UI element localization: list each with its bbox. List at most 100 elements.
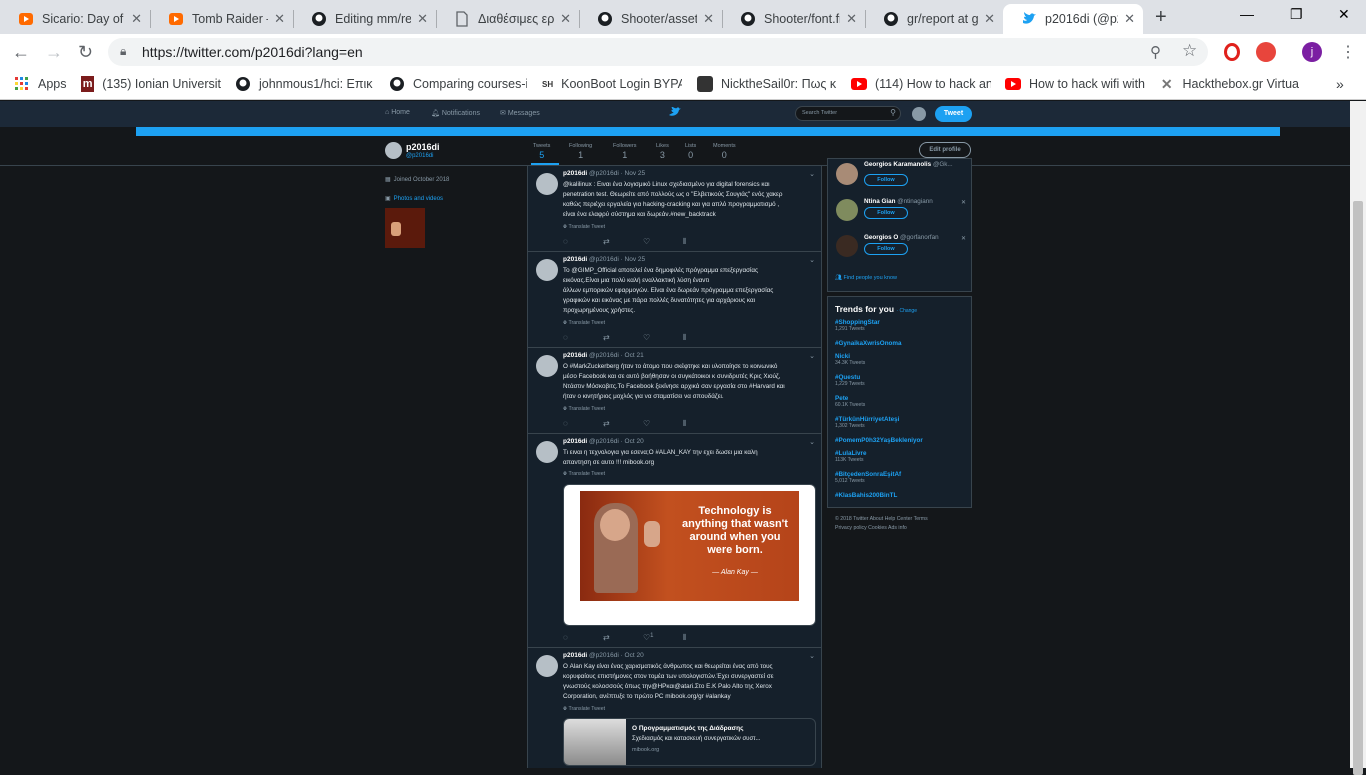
tweet-author[interactable]: p2016di — [563, 652, 587, 659]
tweet[interactable]: p2016di @p2016di · Oct 20 ⌄ Ο Alan Kay ε… — [528, 648, 821, 768]
profile-name[interactable]: p2016di — [406, 142, 440, 152]
suggestion-name[interactable]: Georgios O — [864, 234, 898, 241]
tweet-handle[interactable]: @p2016di — [589, 256, 619, 263]
tweet[interactable]: p2016di @p2016di · Oct 20 ⌄ Τι ειναι η τ… — [528, 434, 821, 648]
close-icon[interactable]: ✕ — [846, 11, 857, 27]
tab-5[interactable]: Shooter/assets ✕ — [579, 4, 722, 34]
tweet-handle[interactable]: @p2016di — [589, 352, 619, 359]
bookmarks-overflow[interactable]: » — [1336, 76, 1344, 92]
avatar[interactable] — [536, 355, 558, 377]
avatar[interactable] — [836, 199, 858, 221]
tweet-date[interactable]: Oct 20 — [625, 438, 644, 445]
close-icon[interactable]: ✕ — [417, 11, 428, 27]
window-close-icon[interactable]: ✕ — [1338, 6, 1350, 23]
close-icon[interactable]: ✕ — [274, 11, 285, 27]
forward-icon[interactable]: → — [45, 42, 63, 63]
trend-item[interactable]: Nicki 34.3K Tweets — [835, 353, 865, 366]
trends-change-link[interactable]: · Change — [896, 308, 917, 314]
tweet-author[interactable]: p2016di — [563, 438, 587, 445]
opera-extension-icon[interactable] — [1224, 43, 1240, 61]
analytics-icon[interactable]: ⫴ — [683, 633, 686, 643]
dismiss-icon[interactable]: ✕ — [961, 235, 966, 242]
like-icon[interactable]: ♡ 1 — [643, 633, 654, 642]
tweet-image-card[interactable]: Technology is anything that wasn't aroun… — [563, 484, 816, 626]
tweet-date[interactable]: Oct 20 — [625, 652, 644, 659]
suggestion-name[interactable]: Ntina Gian — [864, 198, 896, 205]
scrollbar[interactable] — [1350, 101, 1366, 775]
translate-tweet[interactable]: 🌐︎ Translate Tweet — [563, 320, 605, 327]
reply-icon[interactable]: ◌ — [563, 333, 568, 342]
like-icon[interactable]: ♡ — [643, 333, 650, 342]
bookmark-hci[interactable]: johnmous1/hci: Επικ — [235, 76, 375, 92]
like-icon[interactable]: ♡ — [643, 419, 650, 428]
bookmark-nickthesailor[interactable]: NicktheSail0r: Πως κ — [697, 76, 837, 92]
tab-4[interactable]: Διαθέσιμες ερ ✕ — [436, 4, 579, 34]
tweet-date[interactable]: Nov 25 — [625, 170, 646, 177]
suggestion-name[interactable]: Georgios Karamanolis — [864, 161, 931, 168]
translate-tweet[interactable]: 🌐︎ Translate Tweet — [563, 471, 605, 478]
footer-links[interactable]: © 2018 Twitter About Help Center Terms — [835, 516, 928, 522]
photos-videos-link[interactable]: ▣ Photos and videos — [385, 195, 443, 202]
trend-item[interactable]: #KlasBahis200BinTL — [835, 492, 897, 499]
trend-item[interactable]: #ShoppingStar 1,291 Tweets — [835, 319, 880, 332]
tab-2[interactable]: Tomb Raider – ✕ — [150, 4, 293, 34]
close-icon[interactable]: ✕ — [703, 11, 714, 27]
scrollbar-thumb[interactable] — [1353, 201, 1363, 775]
profile-handle[interactable]: @p2016di — [406, 153, 433, 159]
close-icon[interactable]: ✕ — [984, 11, 995, 27]
tweet-author[interactable]: p2016di — [563, 352, 587, 359]
reload-icon[interactable]: ↻ — [78, 42, 93, 63]
close-icon[interactable]: ✕ — [1124, 11, 1135, 27]
retweet-icon[interactable]: ⇄ — [603, 633, 610, 642]
chevron-down-icon[interactable]: ⌄ — [809, 652, 815, 660]
avatar[interactable] — [912, 107, 926, 121]
tab-1[interactable]: Sicario: Day of ✕ — [0, 4, 150, 34]
chevron-down-icon[interactable]: ⌄ — [809, 438, 815, 446]
chevron-down-icon[interactable]: ⌄ — [809, 256, 815, 264]
extension-icon[interactable] — [1256, 42, 1276, 62]
reply-icon[interactable]: ◌ — [563, 633, 568, 642]
tweet-image[interactable]: Technology is anything that wasn't aroun… — [580, 491, 799, 601]
avatar[interactable] — [836, 235, 858, 257]
avatar[interactable] — [536, 259, 558, 281]
chevron-down-icon[interactable]: ⌄ — [809, 170, 815, 178]
bookmark-ionian[interactable]: m (135) Ionian Universit — [81, 76, 221, 92]
stat-followers[interactable]: Followers 1 — [613, 143, 637, 160]
link-card[interactable]: Ο Προγραμματισμός της Διάδρασης Σχεδιασμ… — [563, 718, 816, 766]
follow-button[interactable]: Follow — [864, 207, 908, 219]
bookmark-hack-wifi[interactable]: How to hack wifi with — [1005, 76, 1145, 92]
stat-lists[interactable]: Lists 0 — [685, 143, 696, 160]
tab-8-active[interactable]: p2016di (@p2 ✕ — [1003, 4, 1143, 34]
new-tab-icon[interactable]: + — [1155, 6, 1167, 29]
analytics-icon[interactable]: ⫴ — [683, 333, 686, 343]
twitter-bird-icon[interactable] — [669, 106, 681, 120]
trend-item[interactable]: #LulaLivre 113K Tweets — [835, 450, 867, 463]
profile-avatar-small[interactable] — [385, 142, 402, 159]
nav-messages[interactable]: ✉ Messages — [500, 109, 540, 117]
minimize-icon[interactable]: — — [1240, 6, 1254, 22]
bookmark-hack-1[interactable]: (114) How to hack an — [851, 76, 991, 92]
retweet-icon[interactable]: ⇄ — [603, 333, 610, 342]
avatar[interactable] — [536, 173, 558, 195]
dismiss-icon[interactable]: ✕ — [961, 199, 966, 206]
menu-icon[interactable]: ⋮ — [1340, 42, 1356, 62]
reply-icon[interactable]: ◌ — [563, 419, 568, 428]
tab-3[interactable]: Editing mm/re ✕ — [293, 4, 436, 34]
analytics-icon[interactable]: ⫴ — [683, 419, 686, 429]
tab-7[interactable]: gr/report at gi ✕ — [865, 4, 1003, 34]
edit-profile-button[interactable]: Edit profile — [919, 142, 971, 158]
follow-button[interactable]: Follow — [864, 243, 908, 255]
trend-item[interactable]: #PomemP0h32YaşBekleniyor — [835, 437, 923, 444]
maximize-icon[interactable]: ❐ — [1290, 6, 1303, 23]
trend-item[interactable]: #TürkünHürriyetAteşi 1,302 Tweets — [835, 416, 899, 429]
trend-item[interactable]: Pete 60.1K Tweets — [835, 395, 865, 408]
profile-avatar[interactable]: j — [1302, 42, 1322, 62]
media-thumbnail[interactable] — [385, 208, 425, 248]
retweet-icon[interactable]: ⇄ — [603, 419, 610, 428]
search-icon[interactable]: ⚲ — [890, 108, 896, 117]
like-icon[interactable]: ♡ — [643, 237, 650, 246]
stat-tweets[interactable]: Tweets 5 — [533, 143, 550, 160]
tweet-author[interactable]: p2016di — [563, 256, 587, 263]
tweet-handle[interactable]: @p2016di — [589, 652, 619, 659]
follow-button[interactable]: Follow — [864, 174, 908, 186]
